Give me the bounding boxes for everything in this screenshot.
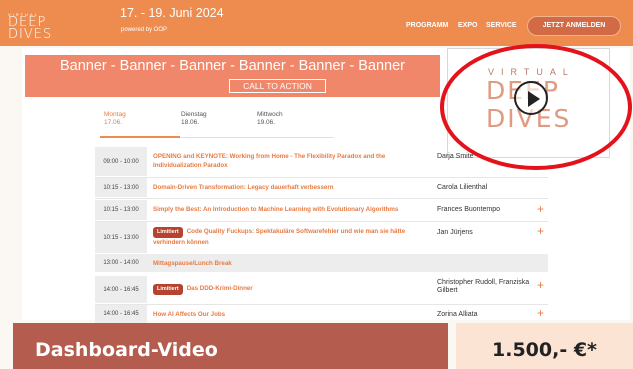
tab-day: Montag bbox=[104, 111, 126, 118]
call-to-action-button[interactable]: CALL TO ACTION bbox=[229, 79, 326, 93]
session-title[interactable]: Limitiert Code Quality Fuckups: Spektakul… bbox=[153, 227, 428, 247]
tab-date: 17.06. bbox=[104, 119, 123, 126]
session-time: 14:00 - 16:45 bbox=[95, 276, 147, 303]
nav-service[interactable]: SERVICE bbox=[486, 22, 517, 29]
session-title[interactable]: OPENING and KEYNOTE: Working from Home -… bbox=[153, 152, 418, 170]
session-time: 13:00 - 14:00 bbox=[103, 260, 139, 266]
session-title-text: Das DDD-Krimi-Dinner bbox=[186, 285, 253, 292]
tab-day: Dienstag bbox=[181, 111, 207, 118]
session-title[interactable]: Domain-Driven Transformation: Legacy dau… bbox=[153, 183, 334, 192]
tab-active-indicator bbox=[100, 136, 180, 138]
limited-badge: Limitiert bbox=[153, 284, 183, 295]
tab-date: 18.06. bbox=[181, 119, 200, 126]
schedule-row: 09:00 - 10:00 OPENING and KEYNOTE: Worki… bbox=[95, 147, 548, 176]
product-label-box: Dashboard-Video bbox=[13, 323, 448, 369]
tab-mittwoch[interactable]: Mittwoch 19.06. bbox=[257, 111, 283, 127]
session-time: 10:15 - 13:00 bbox=[95, 178, 147, 197]
limited-badge: Limitiert bbox=[153, 227, 183, 238]
row-divider bbox=[95, 198, 548, 199]
add-session-icon[interactable]: + bbox=[537, 279, 544, 291]
tab-day: Mittwoch bbox=[257, 111, 283, 118]
add-session-icon[interactable]: + bbox=[537, 307, 544, 319]
add-session-icon[interactable]: + bbox=[537, 225, 544, 237]
tab-date: 19.06. bbox=[257, 119, 276, 126]
session-speaker: Zorina Alliata bbox=[437, 311, 478, 318]
session-time: 14:00 - 16:45 bbox=[95, 305, 147, 323]
nav-programm[interactable]: PROGRAMM bbox=[406, 22, 448, 29]
schedule-row: 10:15 - 13:00 Limitiert Code Quality Fuck… bbox=[95, 222, 548, 253]
event-dates: 17. - 19. Juni 2024 bbox=[120, 6, 224, 20]
session-title-text: Code Quality Fuckups: Spektakuläre Softw… bbox=[153, 228, 406, 246]
add-session-icon[interactable]: + bbox=[537, 203, 544, 215]
session-speaker: Carola Lilienthal bbox=[437, 184, 488, 191]
lunch-break-row: 13:00 - 14:00 Mittagspause/Lunch Break bbox=[95, 254, 548, 272]
tab-dienstag[interactable]: Dienstag 18.06. bbox=[181, 111, 207, 127]
session-speaker: Darja Smite bbox=[437, 153, 474, 160]
product-label: Dashboard-Video bbox=[35, 339, 218, 361]
session-title: Mittagspause/Lunch Break bbox=[153, 260, 232, 267]
session-time: 09:00 - 10:00 bbox=[95, 147, 147, 176]
page-frame: VIRTUAL DEEP DIVES 17. - 19. Juni 2024 p… bbox=[0, 0, 633, 369]
logo[interactable]: VIRTUAL DEEP DIVES bbox=[8, 12, 70, 41]
tab-montag[interactable]: Montag 17.06. bbox=[104, 111, 126, 127]
powered-by: powered by OOP bbox=[121, 27, 168, 33]
session-time: 10:15 - 13:00 bbox=[95, 200, 147, 220]
schedule-row: 14:00 - 16:45 Limitiert Das DDD-Krimi-Din… bbox=[95, 276, 548, 303]
banner-text: Banner - Banner - Banner - Banner - Bann… bbox=[60, 58, 405, 74]
schedule-row: 10:15 - 13:00 Simply the Best: An Introd… bbox=[95, 200, 548, 220]
session-title[interactable]: Simply the Best: An Introduction to Mach… bbox=[153, 205, 398, 214]
promo-banner: Banner - Banner - Banner - Banner - Bann… bbox=[25, 55, 440, 97]
session-title[interactable]: How AI Affects Our Jobs bbox=[153, 310, 225, 319]
nav-expo[interactable]: EXPO bbox=[458, 22, 477, 29]
session-speaker: Christopher Rudoll, Franziska Gilbert bbox=[437, 279, 530, 294]
price-box: 1.500,- €* bbox=[456, 323, 633, 369]
register-button[interactable]: JETZT ANMELDEN bbox=[527, 16, 621, 36]
logo-dives: DIVES bbox=[8, 27, 53, 42]
schedule-row: 10:15 - 13:00 Domain-Driven Transformati… bbox=[95, 178, 548, 197]
session-speaker: Jan Jürjens bbox=[437, 229, 473, 236]
schedule-row: 14:00 - 16:45 How AI Affects Our Jobs Zo… bbox=[95, 305, 548, 323]
session-title[interactable]: Limitiert Das DDD-Krimi-Dinner bbox=[153, 284, 253, 295]
site-header: VIRTUAL DEEP DIVES 17. - 19. Juni 2024 p… bbox=[0, 0, 633, 46]
session-time: 10:15 - 13:00 bbox=[95, 222, 147, 253]
session-speaker: Frances Buontempo bbox=[437, 206, 501, 213]
product-price: 1.500,- €* bbox=[492, 339, 597, 361]
